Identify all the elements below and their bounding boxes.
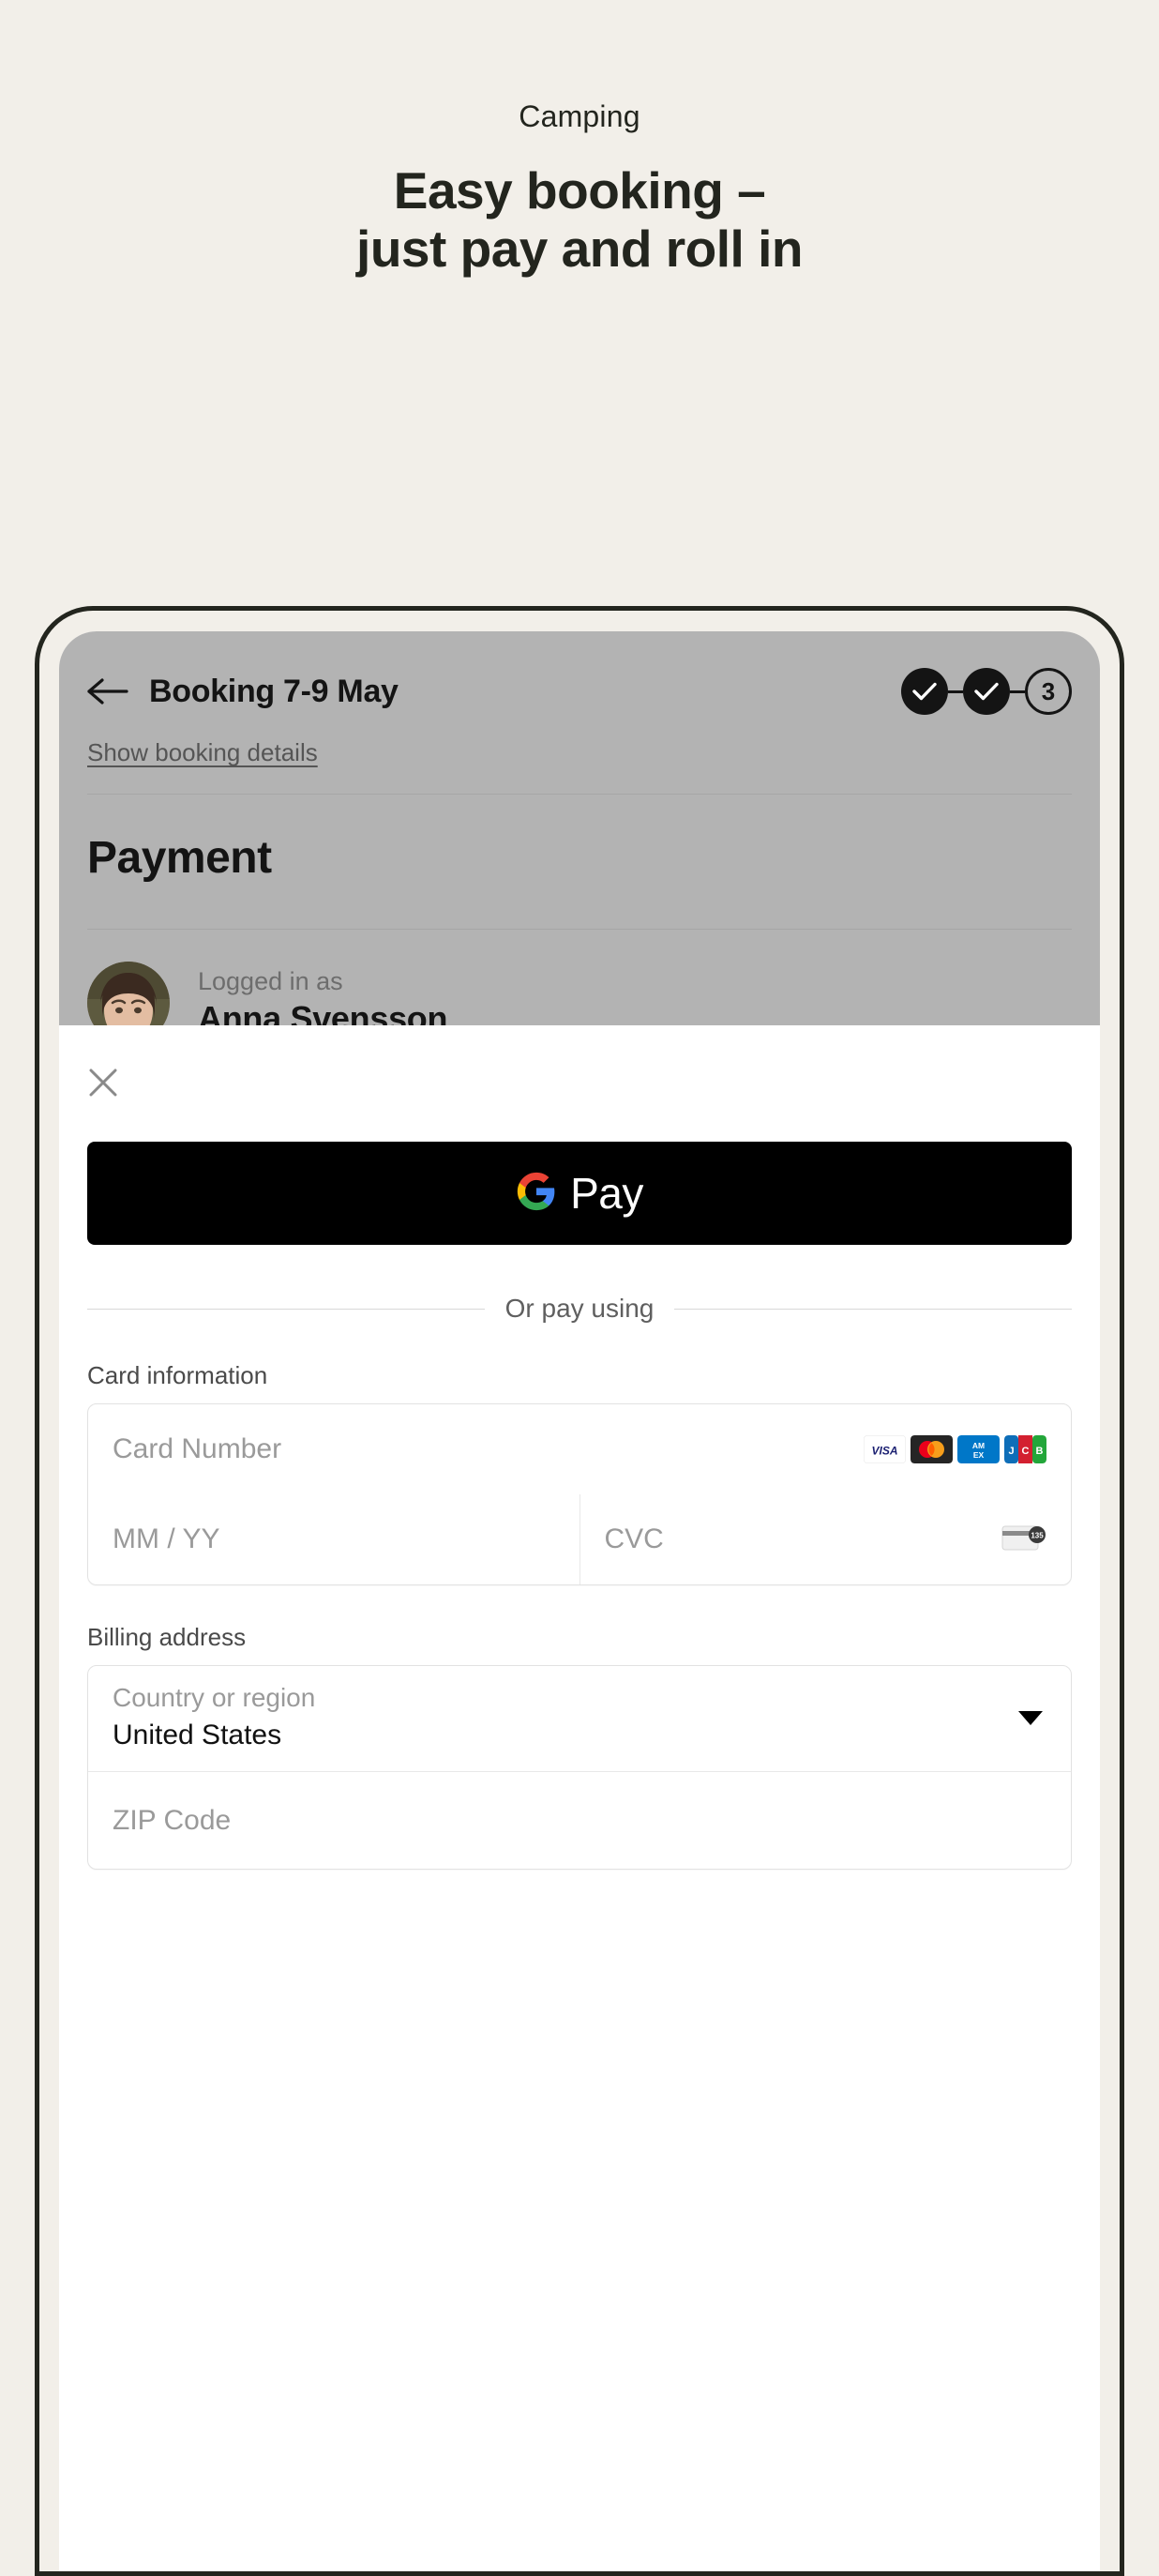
or-pay-using-divider: Or pay using xyxy=(87,1294,1072,1324)
booking-title: Booking 7-9 May xyxy=(149,673,399,709)
card-information-group: Card Number VISA AM EX J C B MM / YY CVC… xyxy=(87,1403,1072,1585)
step-2-done[interactable] xyxy=(963,668,1010,715)
logged-in-label: Logged in as xyxy=(198,966,343,995)
divider-line-left xyxy=(87,1308,485,1310)
zip-code-field[interactable]: ZIP Code xyxy=(88,1771,1071,1869)
google-pay-content: Pay xyxy=(516,1168,643,1219)
zip-code-placeholder: ZIP Code xyxy=(113,1804,232,1836)
step-indicator: 3 xyxy=(901,668,1072,715)
divider-top xyxy=(87,794,1072,795)
country-select-texts: Country or region United States xyxy=(113,1681,315,1755)
promo-header: Camping Easy booking – just pay and roll… xyxy=(0,0,1159,279)
card-cvc-placeholder: CVC xyxy=(604,1523,664,1554)
google-g-icon xyxy=(516,1171,557,1217)
card-number-placeholder: Card Number xyxy=(113,1433,282,1464)
svg-text:AM: AM xyxy=(972,1441,985,1450)
svg-text:C: C xyxy=(1022,1446,1030,1457)
arrow-left-icon[interactable] xyxy=(87,677,128,705)
promo-title-line-1: Easy booking – xyxy=(393,161,766,220)
phone-screen: Booking 7-9 May 3 Show booking details P… xyxy=(59,631,1100,2571)
phone-mockup: Booking 7-9 May 3 Show booking details P… xyxy=(35,606,1124,2576)
mastercard-icon xyxy=(911,1435,953,1463)
payment-sheet: Pay Or pay using Card information Card N… xyxy=(59,1025,1100,2571)
card-number-field[interactable]: Card Number VISA AM EX J C B xyxy=(88,1404,1071,1494)
show-booking-details-link[interactable]: Show booking details xyxy=(87,738,318,767)
amex-icon: AM EX xyxy=(957,1435,1000,1463)
google-pay-button[interactable]: Pay xyxy=(87,1142,1072,1245)
promo-title-line-2: just pay and roll in xyxy=(356,219,803,278)
card-expiry-field[interactable]: MM / YY xyxy=(88,1494,580,1584)
card-cvc-field[interactable]: CVC 135 xyxy=(579,1494,1072,1584)
step-3-current[interactable]: 3 xyxy=(1025,668,1072,715)
step-connector-1 xyxy=(948,689,963,693)
step-1-done[interactable] xyxy=(901,668,948,715)
chevron-down-icon[interactable] xyxy=(1018,1711,1043,1725)
divider-line-right xyxy=(674,1308,1072,1310)
country-select-value: United States xyxy=(113,1720,282,1751)
billing-address-group: Country or region United States ZIP Code xyxy=(87,1665,1072,1870)
or-pay-using-label: Or pay using xyxy=(504,1294,655,1323)
billing-address-label: Billing address xyxy=(87,1623,247,1651)
svg-text:J: J xyxy=(1008,1446,1014,1457)
svg-text:EX: EX xyxy=(973,1450,985,1460)
country-select[interactable]: Country or region United States xyxy=(88,1666,1071,1771)
svg-text:B: B xyxy=(1036,1446,1044,1457)
promo-title: Easy booking – just pay and roll in xyxy=(0,162,1159,278)
card-expiry-cvc-row: MM / YY CVC 135 xyxy=(88,1494,1071,1584)
country-select-label: Country or region xyxy=(113,1683,316,1712)
svg-text:VISA: VISA xyxy=(871,1445,897,1458)
divider-mid xyxy=(87,929,1072,930)
booking-page-dimmed: Booking 7-9 May 3 Show booking details P… xyxy=(59,631,1100,1044)
step-connector-2 xyxy=(1010,689,1025,693)
promo-eyebrow: Camping xyxy=(519,99,640,133)
card-expiry-placeholder: MM / YY xyxy=(113,1523,220,1554)
booking-topbar: Booking 7-9 May 3 xyxy=(87,631,1072,733)
card-brand-icons: VISA AM EX J C B xyxy=(864,1435,1046,1463)
visa-icon: VISA xyxy=(864,1435,906,1463)
close-icon[interactable] xyxy=(87,1067,119,1099)
svg-text:135: 135 xyxy=(1031,1531,1044,1539)
payment-heading: Payment xyxy=(87,833,272,883)
cvc-card-icon: 135 xyxy=(1001,1523,1046,1557)
google-pay-label: Pay xyxy=(570,1169,643,1218)
card-information-label: Card information xyxy=(87,1361,268,1389)
jcb-icon: J C B xyxy=(1004,1435,1046,1463)
